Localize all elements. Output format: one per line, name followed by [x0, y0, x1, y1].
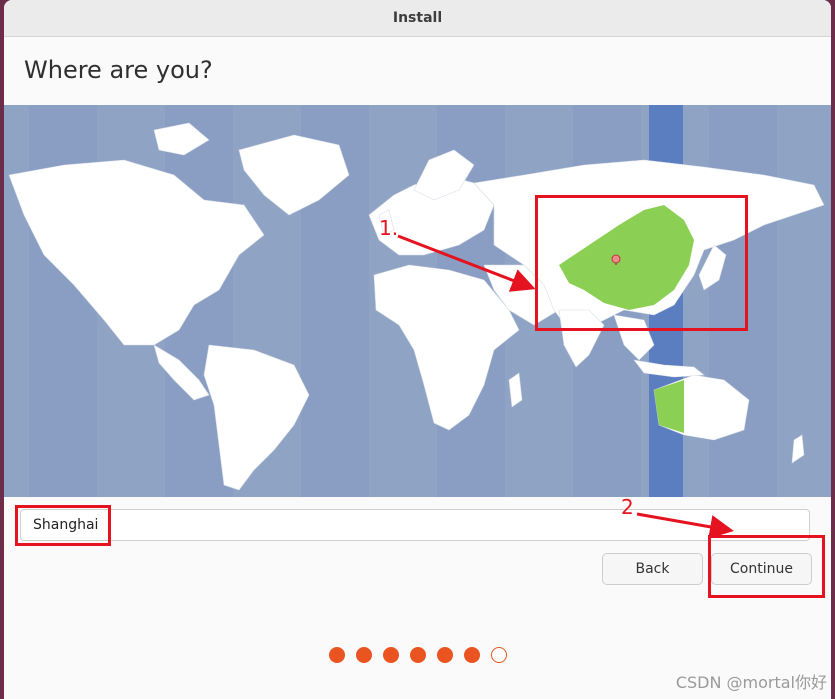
progress-dot-complete: [464, 647, 480, 663]
annotation-label-1: 1.: [379, 216, 399, 240]
progress-dot-complete: [329, 647, 345, 663]
annotation-box-china: [535, 195, 748, 331]
annotation-label-2: 2: [621, 495, 634, 519]
progress-dot-current: [491, 647, 507, 663]
back-button[interactable]: Back: [602, 553, 703, 585]
progress-dot-complete: [383, 647, 399, 663]
watermark: CSDN @mortal你好: [675, 673, 827, 692]
progress-dot-complete: [437, 647, 453, 663]
window-title: Install: [392, 10, 443, 26]
page-heading: Where are you?: [24, 56, 213, 84]
installer-window: Install Where are you? Shanghai Back Con…: [4, 0, 831, 699]
timezone-input[interactable]: [20, 509, 810, 541]
annotation-box-continue: [708, 535, 825, 598]
progress-dots: [329, 647, 507, 663]
progress-dot-complete: [356, 647, 372, 663]
annotation-box-timezone: [15, 505, 111, 546]
progress-dot-complete: [410, 647, 426, 663]
window-titlebar: Install: [4, 0, 831, 37]
